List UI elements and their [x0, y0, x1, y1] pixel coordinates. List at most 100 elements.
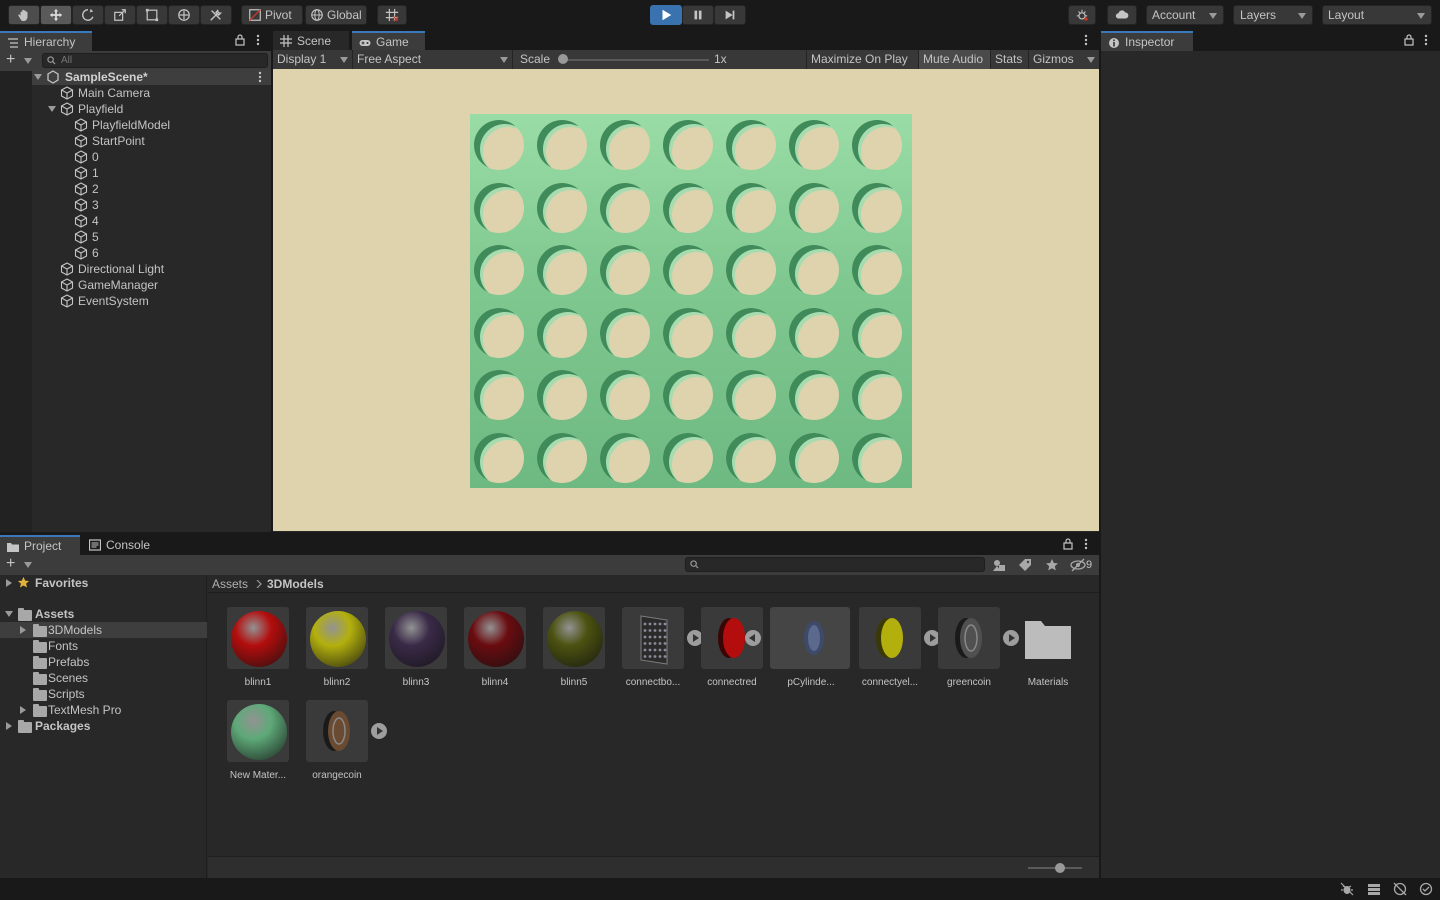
more-menu-icon[interactable] [1423, 34, 1429, 46]
rotate-tool-button[interactable] [72, 5, 104, 25]
tab-console[interactable]: Console [82, 535, 162, 555]
chevron-down-icon[interactable] [24, 562, 32, 568]
more-menu-icon[interactable] [1083, 538, 1089, 550]
lock-icon[interactable] [1404, 34, 1414, 46]
gameobject-cube-icon [60, 86, 74, 100]
game-viewport[interactable] [273, 69, 1099, 531]
global-button[interactable]: Global [305, 5, 367, 25]
hierarchy-item[interactable]: Directional Light [32, 261, 271, 277]
chevron-right-icon[interactable] [6, 722, 12, 730]
chevron-down-icon[interactable] [48, 106, 56, 112]
pivot-button[interactable]: Pivot [241, 5, 303, 25]
breadcrumb-current[interactable]: 3DModels [267, 576, 324, 592]
layout-dropdown[interactable]: Layout [1322, 5, 1432, 25]
asset-thumbnail [938, 607, 1000, 669]
tab-inspector[interactable]: Inspector [1101, 31, 1193, 51]
scale-slider-track[interactable] [561, 59, 709, 61]
display-dropdown[interactable]: Display 1 [273, 50, 353, 69]
hierarchy-item[interactable]: 6 [32, 245, 271, 261]
tab-inspector-label: Inspector [1125, 35, 1175, 49]
cloud-button[interactable] [1107, 5, 1137, 25]
hierarchy-item[interactable]: GameManager [32, 277, 271, 293]
hidden-packages-icon[interactable] [1070, 558, 1086, 572]
chevron-right-icon[interactable] [20, 706, 26, 714]
step-button[interactable] [714, 5, 746, 25]
hierarchy-item[interactable]: 2 [32, 181, 271, 197]
asset-grid: blinn1 blinn2 blinn3 blinn4 blinn5 connectbo.… [208, 594, 1099, 856]
aspect-dropdown[interactable]: Free Aspect [353, 50, 513, 69]
assets-row[interactable]: Assets [0, 606, 207, 622]
scale-icon [114, 9, 126, 21]
pivot-icon [249, 9, 261, 21]
playfield-slot [474, 182, 524, 233]
scale-slider-handle[interactable] [558, 54, 568, 64]
plus-icon[interactable]: + [6, 52, 15, 68]
hierarchy-item[interactable]: 0 [32, 149, 271, 165]
hierarchy-search-input[interactable] [42, 53, 268, 68]
more-menu-icon[interactable] [257, 71, 263, 83]
bug-icon[interactable] [1340, 882, 1354, 896]
more-menu-icon[interactable] [1083, 34, 1089, 46]
pause-button[interactable] [682, 5, 714, 25]
folder-row[interactable]: Fonts [0, 638, 207, 654]
hierarchy-item[interactable]: 1 [32, 165, 271, 181]
tab-hierarchy[interactable]: Hierarchy [0, 31, 92, 51]
hierarchy-item[interactable]: 3 [32, 197, 271, 213]
move-tool-button[interactable] [40, 5, 72, 25]
gizmos-dropdown[interactable]: Gizmos [1029, 50, 1099, 69]
more-menu-icon[interactable] [255, 34, 261, 46]
filter-by-type-icon[interactable] [992, 558, 1006, 572]
gameobject-cube-icon [74, 198, 88, 212]
favorites-row[interactable]: Favorites [0, 575, 207, 591]
label-tag-icon[interactable] [1018, 558, 1032, 572]
scene-row[interactable]: SampleScene* [32, 69, 271, 85]
chevron-down-icon[interactable] [5, 611, 13, 617]
layers-stack-icon[interactable] [1367, 882, 1381, 896]
hierarchy-item[interactable]: Main Camera [32, 85, 271, 101]
hierarchy-item[interactable]: PlayfieldModel [32, 117, 271, 133]
tab-scene[interactable]: Scene [273, 31, 349, 51]
expand-arrow-icon[interactable] [745, 630, 761, 646]
project-search-input[interactable] [685, 557, 985, 572]
cache-server-icon[interactable] [1393, 882, 1407, 896]
hierarchy-item[interactable]: 4 [32, 213, 271, 229]
hierarchy-item[interactable]: Playfield [32, 101, 271, 117]
folder-row[interactable]: TextMesh Pro [0, 702, 207, 718]
tab-project[interactable]: Project [0, 535, 80, 555]
custom-tool-button[interactable] [200, 5, 232, 25]
chevron-down-icon[interactable] [34, 74, 42, 80]
play-button[interactable] [650, 5, 682, 25]
tab-game[interactable]: Game [352, 31, 425, 51]
chevron-down-icon[interactable] [24, 58, 32, 64]
lock-icon[interactable] [1063, 538, 1073, 550]
folder-row[interactable]: 3DModels [0, 622, 207, 638]
packages-row[interactable]: Packages [0, 718, 207, 734]
expand-arrow-icon[interactable] [371, 723, 387, 739]
layers-dropdown[interactable]: Layers [1233, 5, 1313, 25]
maximize-on-play-toggle[interactable]: Maximize On Play [807, 50, 919, 69]
hand-tool-button[interactable] [8, 5, 40, 25]
hierarchy-item[interactable]: EventSystem [32, 293, 271, 309]
scale-tool-button[interactable] [104, 5, 136, 25]
folder-row[interactable]: Scenes [0, 670, 207, 686]
chevron-right-icon[interactable] [6, 579, 12, 587]
rect-tool-button[interactable] [136, 5, 168, 25]
breadcrumb-assets[interactable]: Assets [212, 576, 248, 592]
stats-toggle[interactable]: Stats [991, 50, 1029, 69]
account-dropdown[interactable]: Account [1146, 5, 1224, 25]
plus-icon[interactable]: + [6, 556, 15, 572]
playfield-slot [600, 370, 650, 420]
hierarchy-item[interactable]: StartPoint [32, 133, 271, 149]
mute-audio-toggle[interactable]: Mute Audio [919, 50, 991, 69]
grid-snap-button[interactable] [377, 5, 407, 25]
lock-icon[interactable] [235, 34, 245, 46]
folder-row[interactable]: Prefabs [0, 654, 207, 670]
check-circle-icon[interactable] [1419, 882, 1433, 896]
folder-row[interactable]: Scripts [0, 686, 207, 702]
star-icon[interactable] [1045, 558, 1059, 572]
transform-tool-button[interactable] [168, 5, 200, 25]
collab-button[interactable] [1068, 5, 1096, 25]
hierarchy-item[interactable]: 5 [32, 229, 271, 245]
chevron-right-icon[interactable] [20, 626, 26, 634]
thumbnail-size-handle[interactable] [1055, 863, 1065, 873]
